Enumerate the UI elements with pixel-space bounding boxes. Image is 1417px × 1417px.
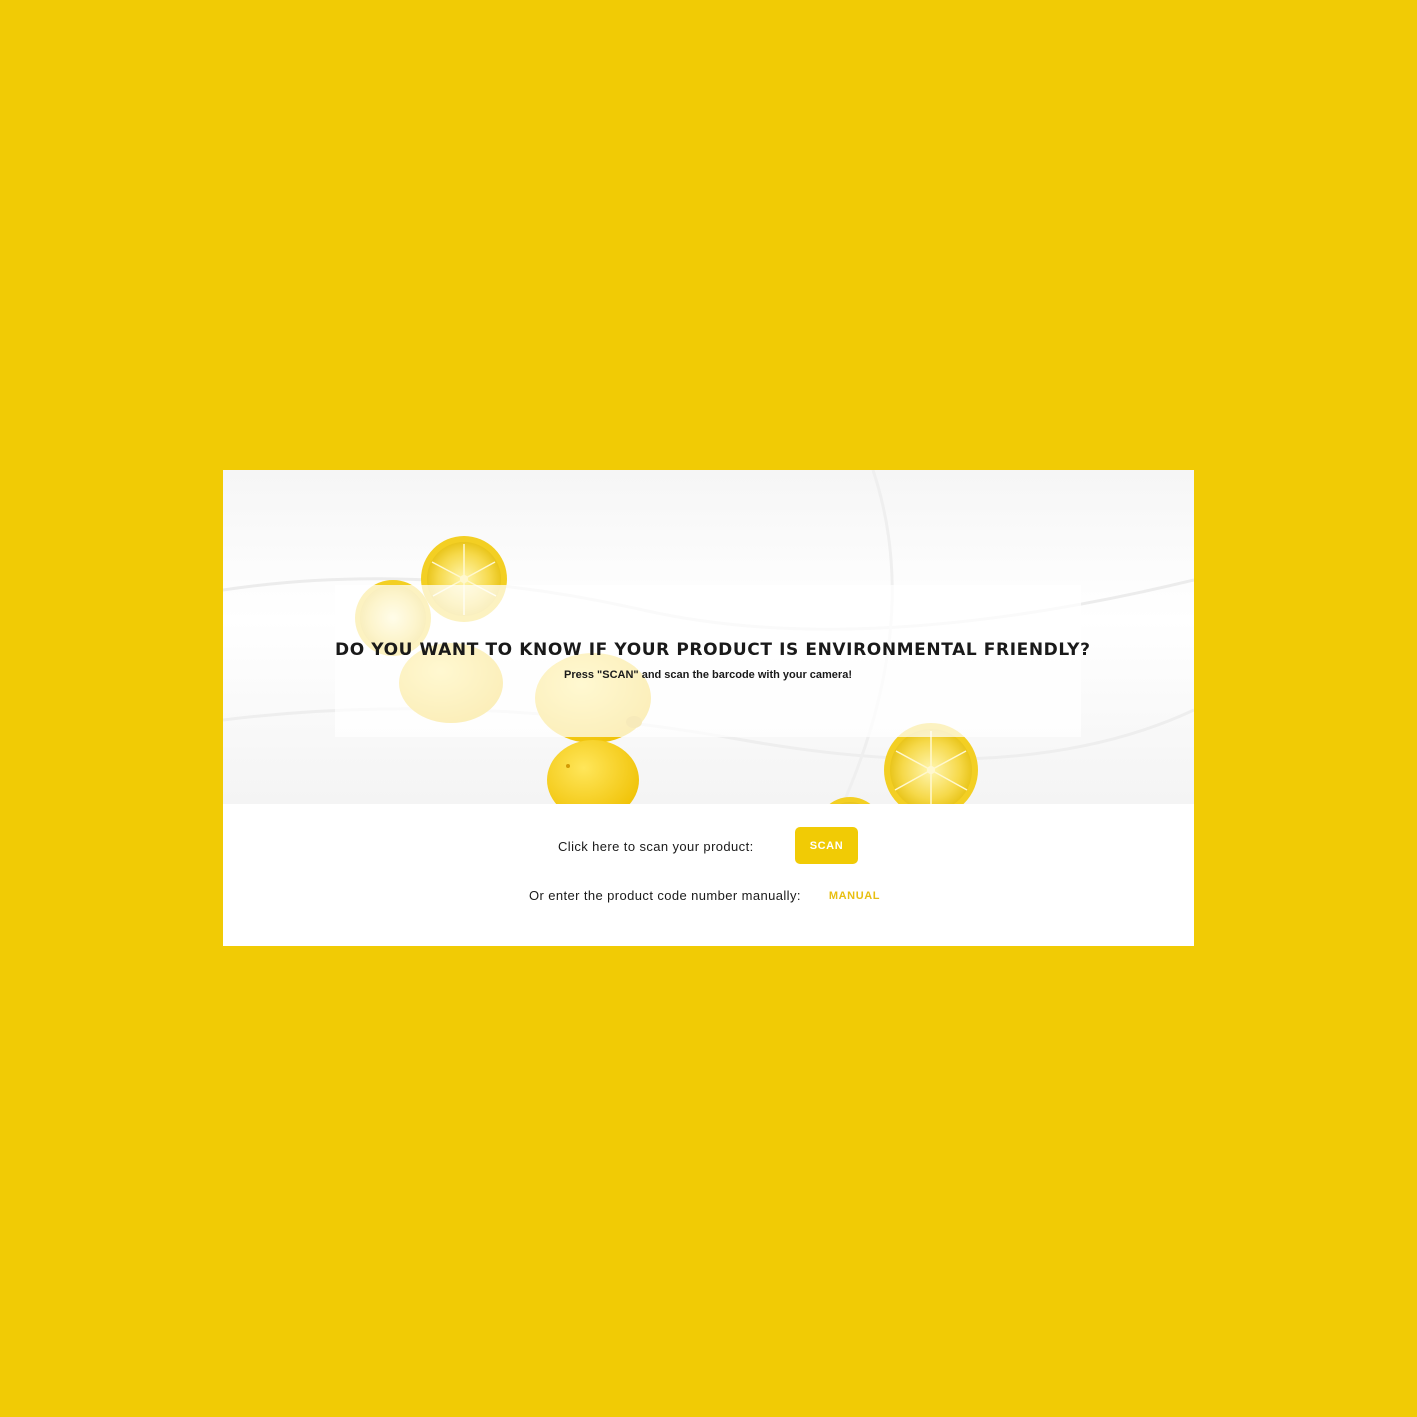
manual-button[interactable]: MANUAL <box>823 887 886 905</box>
scan-button[interactable]: SCAN <box>795 827 858 864</box>
hero-card: DO YOU WANT TO KNOW IF YOUR PRODUCT IS E… <box>335 585 1091 737</box>
manual-prompt: Or enter the product code number manuall… <box>529 888 801 903</box>
page-subtitle: Press "SCAN" and scan the barcode with y… <box>564 669 852 681</box>
hero-banner: DO YOU WANT TO KNOW IF YOUR PRODUCT IS E… <box>223 470 1194 804</box>
scan-prompt: Click here to scan your product: <box>558 839 754 854</box>
page-title: DO YOU WANT TO KNOW IF YOUR PRODUCT IS E… <box>335 640 1091 660</box>
app-window: DO YOU WANT TO KNOW IF YOUR PRODUCT IS E… <box>223 470 1194 946</box>
